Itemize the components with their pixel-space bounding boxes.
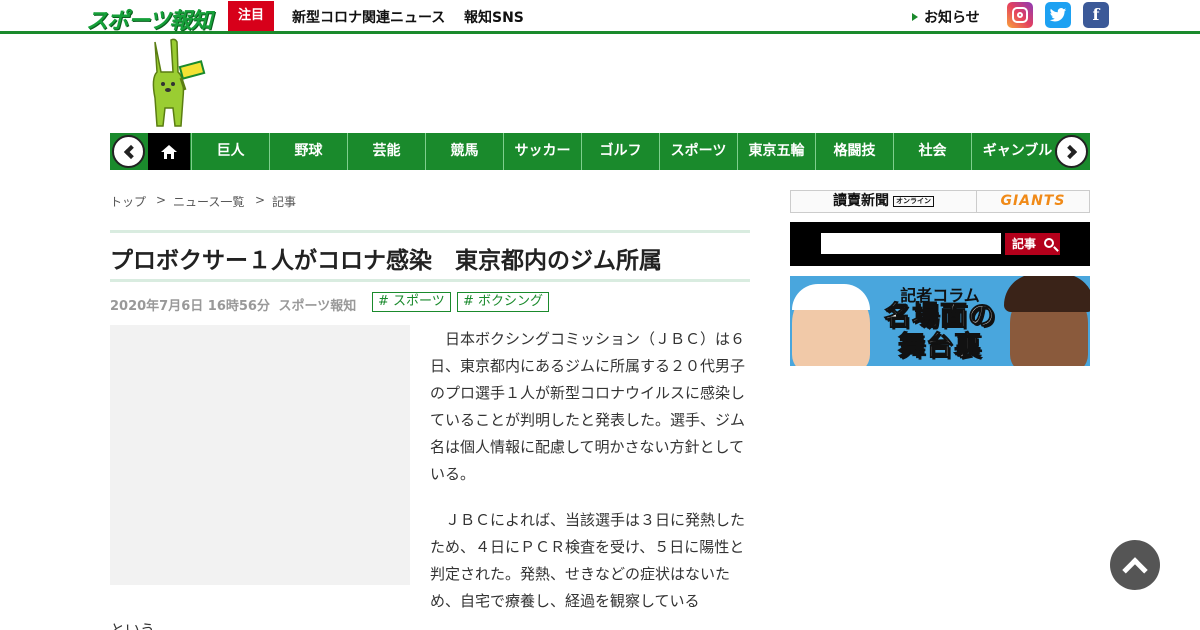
article-source: スポーツ報知 [278,299,357,314]
nav-item-horse-racing[interactable]: 競馬 [425,133,503,170]
featured-badge: 注目 [228,1,274,31]
top-bar: スポーツ報知 注目 新型コロナ関連ニュース 報知SNS お知らせ f [0,0,1200,34]
online-badge: オンライン [893,196,934,207]
nav-prev-button[interactable] [112,135,145,168]
nav-item-gamble[interactable]: ギャンブル [971,133,1063,170]
article-body: 日本ボクシングコミッション（ＪＢＣ）は６日、東京都内にあるジムに所属する２０代男… [430,326,748,630]
chevron-right-icon [1062,144,1077,159]
search-box: 記事 [790,222,1090,266]
notice-link[interactable]: お知らせ [912,7,980,27]
tag-boxing[interactable]: # ボクシング [457,292,550,312]
nav-item-society[interactable]: 社会 [893,133,971,170]
headline-divider-bottom [110,279,750,282]
mascot-icon [152,38,206,127]
breadcrumb-current: 記事 [272,195,297,209]
search-button-label: 記事 [1012,237,1037,251]
search-button[interactable]: 記事 [1005,233,1060,255]
chevron-up-icon [1122,556,1148,583]
ad-headline: 名場面の 舞台裏 [790,301,1090,362]
breadcrumb-separator: > [255,193,266,207]
article-paragraph: ＪＢＣによれば、当該選手は３日に発熱したため、４日にＰＣＲ検査を受け、５日に陽性… [430,511,746,610]
breadcrumb-top[interactable]: トップ [110,193,146,210]
article-meta: 2020年7月6日 16時56分 スポーツ報知 [110,295,356,314]
article-headline: プロボクサー１人がコロナ感染 東京都内のジム所属 [110,248,662,274]
giants-link[interactable]: GIANTS [977,191,1089,212]
instagram-icon[interactable] [1007,2,1033,28]
back-to-top-button[interactable] [1110,540,1160,590]
nav-item-baseball[interactable]: 野球 [269,133,347,170]
triangle-right-icon [912,13,918,21]
search-icon [1044,238,1054,248]
breadcrumb-news-list[interactable]: ニュース一覧 [173,193,244,210]
ad-headline-line-1: 名場面の [884,301,996,332]
article-paragraph: 日本ボクシングコミッション（ＪＢＣ）は６日、東京都内にあるジムに所属する２０代男… [430,330,746,483]
article-date: 2020年7月6日 16時56分 [110,299,270,314]
column-ad-banner[interactable]: 記者コラム 名場面の 舞台裏 [790,276,1090,366]
facebook-icon[interactable]: f [1083,2,1109,28]
article-image-placeholder [110,325,410,585]
nav-next-button[interactable] [1055,135,1088,168]
nav-item-soccer[interactable]: サッカー [503,133,581,170]
ad-headline-line-2: 舞台裏 [898,331,982,362]
nav-item-sports[interactable]: スポーツ [659,133,737,170]
yomiuri-label: 讀賣新聞 [833,193,889,209]
headline-divider-top [110,230,750,233]
breadcrumb-separator: > [156,193,167,207]
nav-item-olympics[interactable]: 東京五輪 [737,133,815,170]
nav-item-giants[interactable]: 巨人 [191,133,269,170]
twitter-icon[interactable] [1045,2,1071,28]
tag-sports[interactable]: # スポーツ [372,292,451,312]
nav-home[interactable] [148,133,190,170]
partner-banner: 讀賣新聞 オンライン GIANTS [790,190,1090,213]
nav-item-martial-arts[interactable]: 格闘技 [815,133,893,170]
yomiuri-online-link[interactable]: 讀賣新聞 オンライン [791,191,977,212]
home-icon [161,144,177,159]
category-nav: 巨人 野球 芸能 競馬 サッカー ゴルフ スポーツ 東京五輪 格闘技 社会 ギャ… [110,133,1090,170]
nav-item-entertainment[interactable]: 芸能 [347,133,425,170]
article-paragraph-tail: という。 [110,621,170,630]
chevron-left-icon [123,144,138,159]
nav-item-golf[interactable]: ゴルフ [581,133,659,170]
site-logo[interactable]: スポーツ報知 [86,3,213,35]
notice-label: お知らせ [924,10,980,26]
corona-news-link[interactable]: 新型コロナ関連ニュース [292,7,445,27]
search-input[interactable] [821,233,1001,254]
hochi-sns-link[interactable]: 報知SNS [464,7,524,27]
